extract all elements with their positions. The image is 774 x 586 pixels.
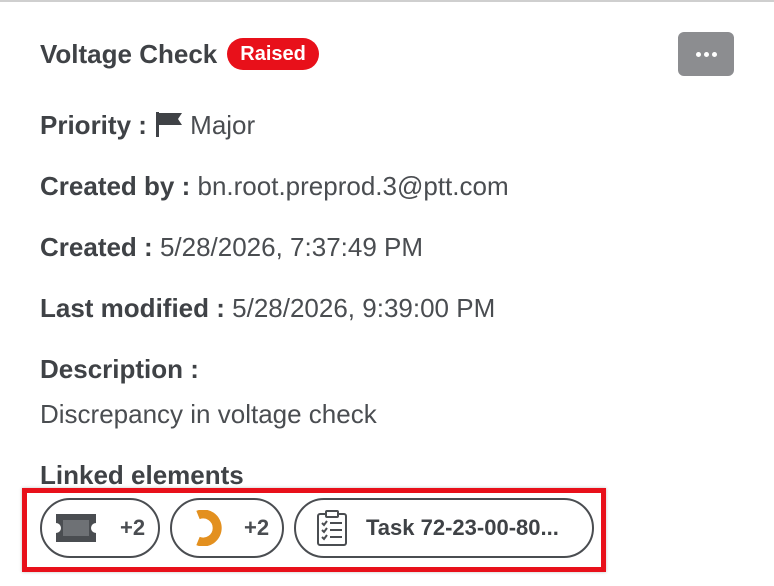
title-row: Voltage Check Raised <box>40 38 319 70</box>
created-label: Created : <box>40 232 153 262</box>
priority-label: Priority : <box>40 110 147 140</box>
priority-field: Priority : Major <box>40 109 255 141</box>
description-label: Description : <box>40 354 199 384</box>
record-title: Voltage Check <box>40 39 218 69</box>
last-modified-label: Last modified : <box>40 293 225 323</box>
last-modified-field: Last modified : 5/28/2026, 9:39:00 PM <box>40 292 495 324</box>
created-field: Created : 5/28/2026, 7:37:49 PM <box>40 231 423 263</box>
created-value: 5/28/2026, 7:37:49 PM <box>159 232 424 262</box>
orange-ring-icon <box>196 510 222 546</box>
clipboard-checklist-icon <box>317 510 347 546</box>
description-text: Discrepancy in voltage check <box>40 399 377 429</box>
more-options-button[interactable] <box>678 32 734 76</box>
more-dot-icon <box>695 51 701 57</box>
created-by-label: Created by : <box>40 171 191 201</box>
ring-count: +2 <box>244 515 270 540</box>
flag-icon <box>156 112 183 137</box>
status-badge: Raised <box>227 38 319 70</box>
more-dot-icon <box>703 51 709 57</box>
linked-chip-ring[interactable]: +2 <box>170 498 284 558</box>
linked-chip-task[interactable]: Task 72-23-00-80... <box>294 498 594 558</box>
last-modified-value: 5/28/2026, 9:39:00 PM <box>232 293 496 323</box>
linked-elements-label: Linked elements <box>40 460 244 490</box>
ticket-count: +2 <box>120 515 146 540</box>
created-by-value: bn.root.preprod.3@ptt.com <box>197 171 509 201</box>
description-heading: Description : <box>40 353 199 385</box>
created-by-field: Created by : bn.root.preprod.3@ptt.com <box>40 170 509 202</box>
linked-elements-heading: Linked elements <box>40 459 244 491</box>
task-label: Task 72-23-00-80... <box>366 515 559 540</box>
record-card: Voltage Check Raised Priority : Major Cr… <box>22 2 774 586</box>
linked-chip-ticket[interactable]: +2 <box>40 498 160 558</box>
ticket-icon <box>56 514 96 542</box>
linked-elements-list: +2 +2 Task 72-23-00-80... <box>40 498 594 558</box>
priority-value: Major <box>190 110 256 140</box>
more-dot-icon <box>711 51 717 57</box>
details-panel: Voltage Check Raised Priority : Major Cr… <box>0 0 774 586</box>
